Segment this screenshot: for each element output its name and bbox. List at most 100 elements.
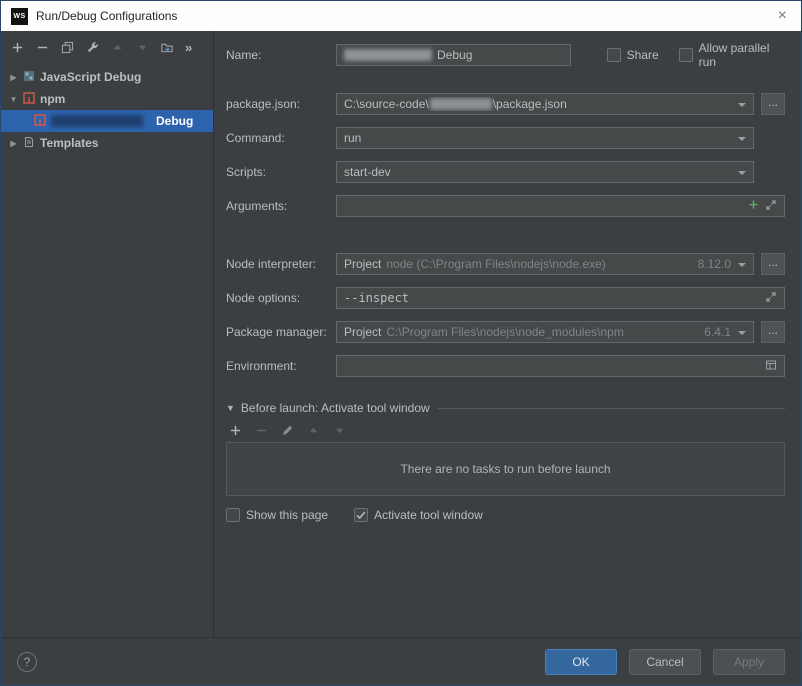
help-button[interactable]: ?	[17, 651, 37, 672]
node-interpreter-label: Node interpreter:	[226, 257, 317, 271]
chevron-down-icon[interactable]	[738, 263, 746, 267]
tree-item-javascript-debug[interactable]: ▶ JavaScript Debug	[1, 66, 213, 88]
package-json-combobox[interactable]: C:\source-code\ \package.json	[336, 93, 754, 115]
node-options-input[interactable]: --inspect	[336, 287, 785, 309]
browse-package-manager-button[interactable]: ...	[761, 321, 785, 343]
apply-button[interactable]: Apply	[713, 648, 785, 675]
command-label: Command:	[226, 131, 285, 145]
package-manager-combobox[interactable]: Project C:\Program Files\nodejs\node_mod…	[336, 321, 754, 343]
environment-label: Environment:	[226, 359, 297, 373]
edit-icon[interactable]	[280, 423, 294, 437]
browse-variables-icon[interactable]	[765, 359, 777, 374]
chevron-down-icon[interactable]	[738, 331, 746, 335]
chevron-down-icon[interactable]	[738, 171, 746, 175]
node-interpreter-row: Node interpreter: Project node (C:\Progr…	[226, 253, 785, 275]
tree-item-label: Templates	[40, 136, 99, 150]
node-options-row: Node options: --inspect	[226, 287, 785, 309]
tree-item-npm-group[interactable]: ▼ npm	[1, 88, 213, 110]
dialog-footer: ? OK Cancel Apply	[1, 637, 801, 685]
section-divider	[437, 407, 785, 409]
tree-item-templates[interactable]: ▶ Templates	[1, 132, 213, 154]
show-more-actions-icon[interactable]: »	[185, 40, 192, 55]
create-folder-icon[interactable]	[160, 40, 174, 54]
npm-icon	[23, 91, 35, 107]
arguments-input[interactable]	[336, 195, 785, 217]
command-combobox[interactable]: run	[336, 127, 754, 149]
package-manager-version: 6.4.1	[704, 325, 731, 339]
package-manager-path: C:\Program Files\nodejs\node_modules\npm	[386, 325, 624, 339]
move-down-icon[interactable]	[332, 423, 346, 437]
command-row: Command: run	[226, 127, 785, 149]
activate-tool-window-checkbox[interactable]: Activate tool window	[354, 508, 483, 522]
checkbox-icon[interactable]	[678, 48, 693, 62]
chevron-right-icon[interactable]: ▶	[9, 139, 18, 148]
browse-package-json-button[interactable]: ...	[761, 93, 785, 115]
chevron-down-icon[interactable]	[738, 137, 746, 141]
activate-tool-window-label: Activate tool window	[374, 508, 483, 522]
window-title: Run/Debug Configurations	[36, 9, 178, 23]
redacted-text	[344, 49, 432, 61]
titlebar: WS Run/Debug Configurations ×	[1, 1, 801, 31]
move-down-icon[interactable]	[135, 40, 149, 54]
show-this-page-checkbox[interactable]: Show this page	[226, 508, 328, 522]
expand-field-icon[interactable]	[765, 199, 777, 214]
chevron-down-icon[interactable]: ▼	[226, 403, 235, 413]
configurations-tree: ▶ JavaScript Debug ▼ npm Debug ▶ Templat…	[1, 63, 213, 637]
tree-item-label: Debug	[156, 114, 194, 128]
scripts-value: start-dev	[344, 165, 391, 179]
environment-input[interactable]	[336, 355, 785, 377]
js-debug-config-icon	[23, 70, 35, 85]
node-interpreter-combobox[interactable]: Project node (C:\Program Files\nodejs\no…	[336, 253, 754, 275]
copy-icon[interactable]	[60, 40, 74, 54]
tasks-toolbar	[228, 423, 785, 437]
cancel-button[interactable]: Cancel	[629, 648, 701, 675]
environment-row: Environment:	[226, 355, 785, 377]
node-options-label: Node options:	[226, 291, 301, 305]
run-debug-configurations-dialog: WS Run/Debug Configurations × » ▶ JavaSc…	[0, 0, 802, 686]
share-label: Share	[626, 48, 659, 62]
before-launch-tasks-list: There are no tasks to run before launch	[226, 442, 785, 496]
move-up-icon[interactable]	[306, 423, 320, 437]
remove-icon[interactable]	[254, 423, 268, 437]
move-up-icon[interactable]	[110, 40, 124, 54]
allow-parallel-run-checkbox[interactable]: Allow parallel run	[678, 41, 785, 69]
node-interpreter-path: node (C:\Program Files\nodejs\node.exe)	[386, 257, 606, 271]
share-checkbox[interactable]: Share	[606, 48, 659, 62]
webstorm-logo-icon: WS	[11, 7, 28, 25]
chevron-down-icon[interactable]: ▼	[9, 95, 18, 104]
package-json-label: package.json:	[226, 97, 301, 111]
allow-parallel-run-label: Allow parallel run	[698, 41, 770, 69]
before-launch-section-header[interactable]: ▼ Before launch: Activate tool window	[226, 401, 785, 415]
add-icon[interactable]	[10, 40, 24, 54]
name-value: Debug	[437, 48, 473, 62]
package-json-path-suffix: \package.json	[492, 97, 567, 111]
arguments-row: Arguments:	[226, 195, 785, 217]
browse-node-interpreter-button[interactable]: ...	[761, 253, 785, 275]
node-interpreter-version: 8.12.0	[697, 257, 731, 271]
checkbox-icon[interactable]	[606, 48, 621, 62]
tree-item-npm-debug-selected[interactable]: Debug	[1, 110, 213, 132]
name-label: Name:	[226, 48, 262, 62]
edit-defaults-wrench-icon[interactable]	[85, 40, 99, 54]
scripts-combobox[interactable]: start-dev	[336, 161, 754, 183]
remove-icon[interactable]	[35, 40, 49, 54]
package-manager-label: Package manager:	[226, 325, 327, 339]
redacted-text	[429, 98, 492, 110]
package-manager-value: Project	[344, 325, 382, 339]
name-input[interactable]: Debug	[336, 44, 571, 66]
configurations-tree-panel: » ▶ JavaScript Debug ▼ npm Debug ▶ Templ…	[1, 31, 214, 637]
close-icon[interactable]: ×	[774, 6, 791, 26]
ok-button[interactable]: OK	[545, 648, 617, 675]
expand-field-icon[interactable]	[765, 291, 777, 306]
chevron-down-icon[interactable]	[738, 103, 746, 107]
add-macro-icon[interactable]	[748, 199, 759, 213]
command-value: run	[344, 131, 362, 145]
npm-icon	[34, 113, 46, 129]
checkbox-icon[interactable]	[226, 508, 240, 522]
chevron-right-icon[interactable]: ▶	[9, 73, 18, 82]
checkbox-checked-icon[interactable]	[354, 508, 369, 522]
configuration-form: Name: Debug Share Allow parallel run pac…	[214, 31, 801, 637]
add-icon[interactable]	[228, 423, 242, 437]
redacted-text	[51, 115, 143, 127]
arguments-label: Arguments:	[226, 199, 288, 213]
